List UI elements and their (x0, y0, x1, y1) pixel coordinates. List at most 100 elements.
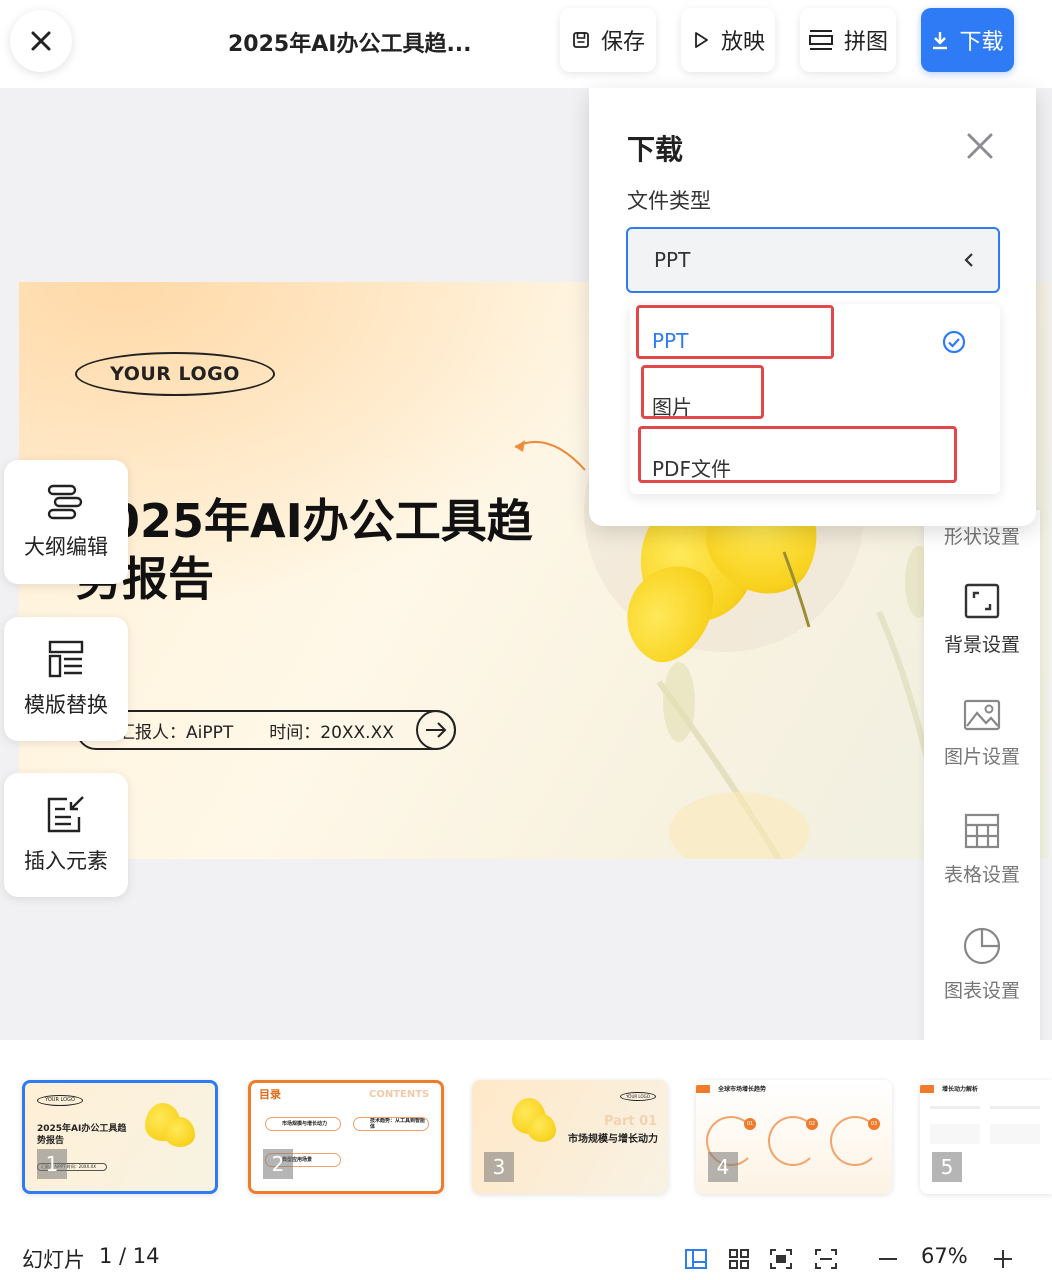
close-icon (31, 31, 51, 51)
insert-icon (47, 796, 84, 833)
download-panel-title: 下载 (627, 133, 684, 166)
slide-thumbnail-1[interactable]: YOUR LOGO 2025年AI办公工具趋势报告 汇报人 AiPPT 时间：2… (22, 1080, 218, 1194)
save-button[interactable]: 保存 (560, 8, 656, 72)
fit-screen-button[interactable] (768, 1246, 794, 1272)
thumbnail-strip: YOUR LOGO 2025年AI办公工具趋势报告 汇报人 AiPPT 时间：2… (0, 1040, 1052, 1210)
thumb-badge: 01 (744, 1118, 756, 1130)
play-label: 放映 (720, 30, 765, 55)
thumb-flower (528, 1114, 556, 1142)
chart-pie-icon (963, 927, 1001, 965)
thumb-heading: 增长动力解析 (942, 1086, 979, 1093)
status-bar: 幻灯片 1 / 14 67% (0, 1210, 1052, 1280)
table-icon (964, 813, 1000, 849)
normal-view-button[interactable] (683, 1246, 709, 1272)
zoom-level: 67% (921, 1244, 968, 1268)
document-title: 2025年AI办公工具趋... (228, 32, 472, 57)
image-icon (963, 699, 1001, 731)
highlight-box-ppt (636, 305, 834, 359)
arrow-circle (416, 710, 456, 750)
right-settings-panel: 形状设置 背景设置 图片设置 表格设置 图表设置 (924, 510, 1040, 1055)
background-settings-label: 背景设置 (943, 634, 1020, 656)
download-label: 下载 (959, 30, 1004, 55)
download-panel: 下载 文件类型 PPT PPT 图片 PDF文件 (589, 88, 1036, 526)
outline-icon (47, 484, 83, 520)
save-label: 保存 (600, 30, 645, 55)
insert-element-label: 插入元素 (24, 849, 108, 873)
thumb-heading-marker (920, 1085, 934, 1093)
thumb-line (930, 1106, 980, 1109)
slide-thumbnail-4[interactable]: 全球市场增长趋势 01 02 03 4 (696, 1080, 892, 1194)
download-panel-close-button[interactable] (962, 128, 998, 164)
thumb-heading: 全球市场增长趋势 (718, 1086, 767, 1093)
thumb-logo: YOUR LOGO (37, 1095, 83, 1106)
minus-icon (879, 1258, 897, 1260)
thumb-badge: 02 (806, 1118, 818, 1130)
highlight-box-image (641, 365, 764, 419)
plus-icon (994, 1250, 1012, 1268)
presenter-text: 汇报人：AiPPT (118, 722, 234, 743)
zoom-in-button[interactable] (990, 1246, 1016, 1272)
thumb-title: 2025年AI办公工具趋势报告 (37, 1124, 127, 1146)
image-settings-button[interactable]: 图片设置 (924, 698, 1040, 769)
file-type-select[interactable]: PPT (626, 227, 1000, 293)
slide-title[interactable]: 2025年AI办公工具趋势报告 (76, 492, 536, 608)
outline-edit-button[interactable]: 大纲编辑 (4, 460, 128, 584)
template-replace-button[interactable]: 模版替换 (4, 617, 128, 741)
collage-icon (808, 30, 833, 50)
slide-thumbnail-2[interactable]: 目录 CONTENTS 市场规模与增长动力 技术趋势：从工具到智能体 典型应用场… (248, 1080, 444, 1194)
thumbnail-number: 4 (708, 1152, 738, 1182)
chart-settings-button[interactable]: 图表设置 (924, 926, 1040, 1003)
background-settings-button[interactable]: 背景设置 (924, 582, 1040, 657)
chevron-left-icon (964, 253, 973, 267)
time-text: 时间：20XX.XX (269, 722, 394, 743)
download-button[interactable]: 下载 (921, 8, 1014, 72)
check-circle-icon (942, 330, 966, 354)
slide-thumbnail-3[interactable]: YOUR LOGO Part 01 市场规模与增长动力 3 (472, 1080, 668, 1194)
arrow-right-icon (426, 722, 447, 738)
image-settings-label: 图片设置 (943, 746, 1020, 768)
thumb-logo: YOUR LOGO (620, 1092, 656, 1101)
table-settings-label: 表格设置 (943, 864, 1020, 886)
file-type-selected-value: PPT (654, 248, 691, 272)
slide-info-bar[interactable]: 汇报人：AiPPT 时间：20XX.XX (76, 710, 456, 750)
thumb-toc-item: 市场规模与增长动力 (265, 1117, 341, 1131)
play-button[interactable]: 放映 (681, 8, 775, 72)
fullscreen-icon (815, 1249, 837, 1269)
thumb-watermark: CONTENTS (369, 1089, 430, 1100)
insert-element-button[interactable]: 插入元素 (4, 773, 128, 897)
fit-screen-icon (770, 1249, 792, 1269)
thumbnail-number: 3 (484, 1152, 514, 1182)
file-type-label: 文件类型 (627, 189, 711, 213)
close-icon (967, 133, 993, 159)
shape-settings-button[interactable]: 形状设置 (924, 522, 1040, 549)
grid-view-button[interactable] (726, 1246, 752, 1272)
grid-icon (729, 1249, 749, 1269)
play-icon (695, 32, 708, 48)
template-icon (48, 640, 84, 678)
top-bar: 2025年AI办公工具趋... 保存 放映 拼图 下载 (0, 0, 1052, 88)
thumb-badge: 03 (868, 1118, 880, 1130)
save-icon (573, 32, 589, 48)
template-replace-label: 模版替换 (24, 693, 108, 717)
thumb-part: Part 01 (604, 1114, 658, 1129)
logo-placeholder[interactable]: YOUR LOGO (75, 352, 275, 396)
fullscreen-button[interactable] (813, 1246, 839, 1272)
thumb-line (990, 1106, 1040, 1109)
thumbnail-number: 2 (263, 1149, 293, 1179)
thumbnail-number: 1 (37, 1149, 67, 1179)
table-settings-button[interactable]: 表格设置 (924, 812, 1040, 887)
zoom-out-button[interactable] (875, 1246, 901, 1272)
slide-page: 1 / 14 (99, 1244, 160, 1268)
slide-thumbnail-5[interactable]: 增长动力解析 5 (920, 1080, 1052, 1194)
thumb-heading: 目录 (259, 1088, 281, 1101)
thumb-title: 市场规模与增长动力 (568, 1134, 658, 1145)
background-icon (964, 583, 1000, 619)
shape-settings-label: 形状设置 (943, 526, 1020, 548)
puzzle-button[interactable]: 拼图 (800, 8, 896, 72)
slide-label: 幻灯片 (22, 1248, 85, 1272)
chart-settings-label: 图表设置 (943, 980, 1020, 1002)
thumb-heading-marker (696, 1085, 710, 1093)
thumb-block (930, 1124, 980, 1144)
thumb-flower (165, 1117, 195, 1147)
close-button[interactable] (10, 10, 72, 72)
